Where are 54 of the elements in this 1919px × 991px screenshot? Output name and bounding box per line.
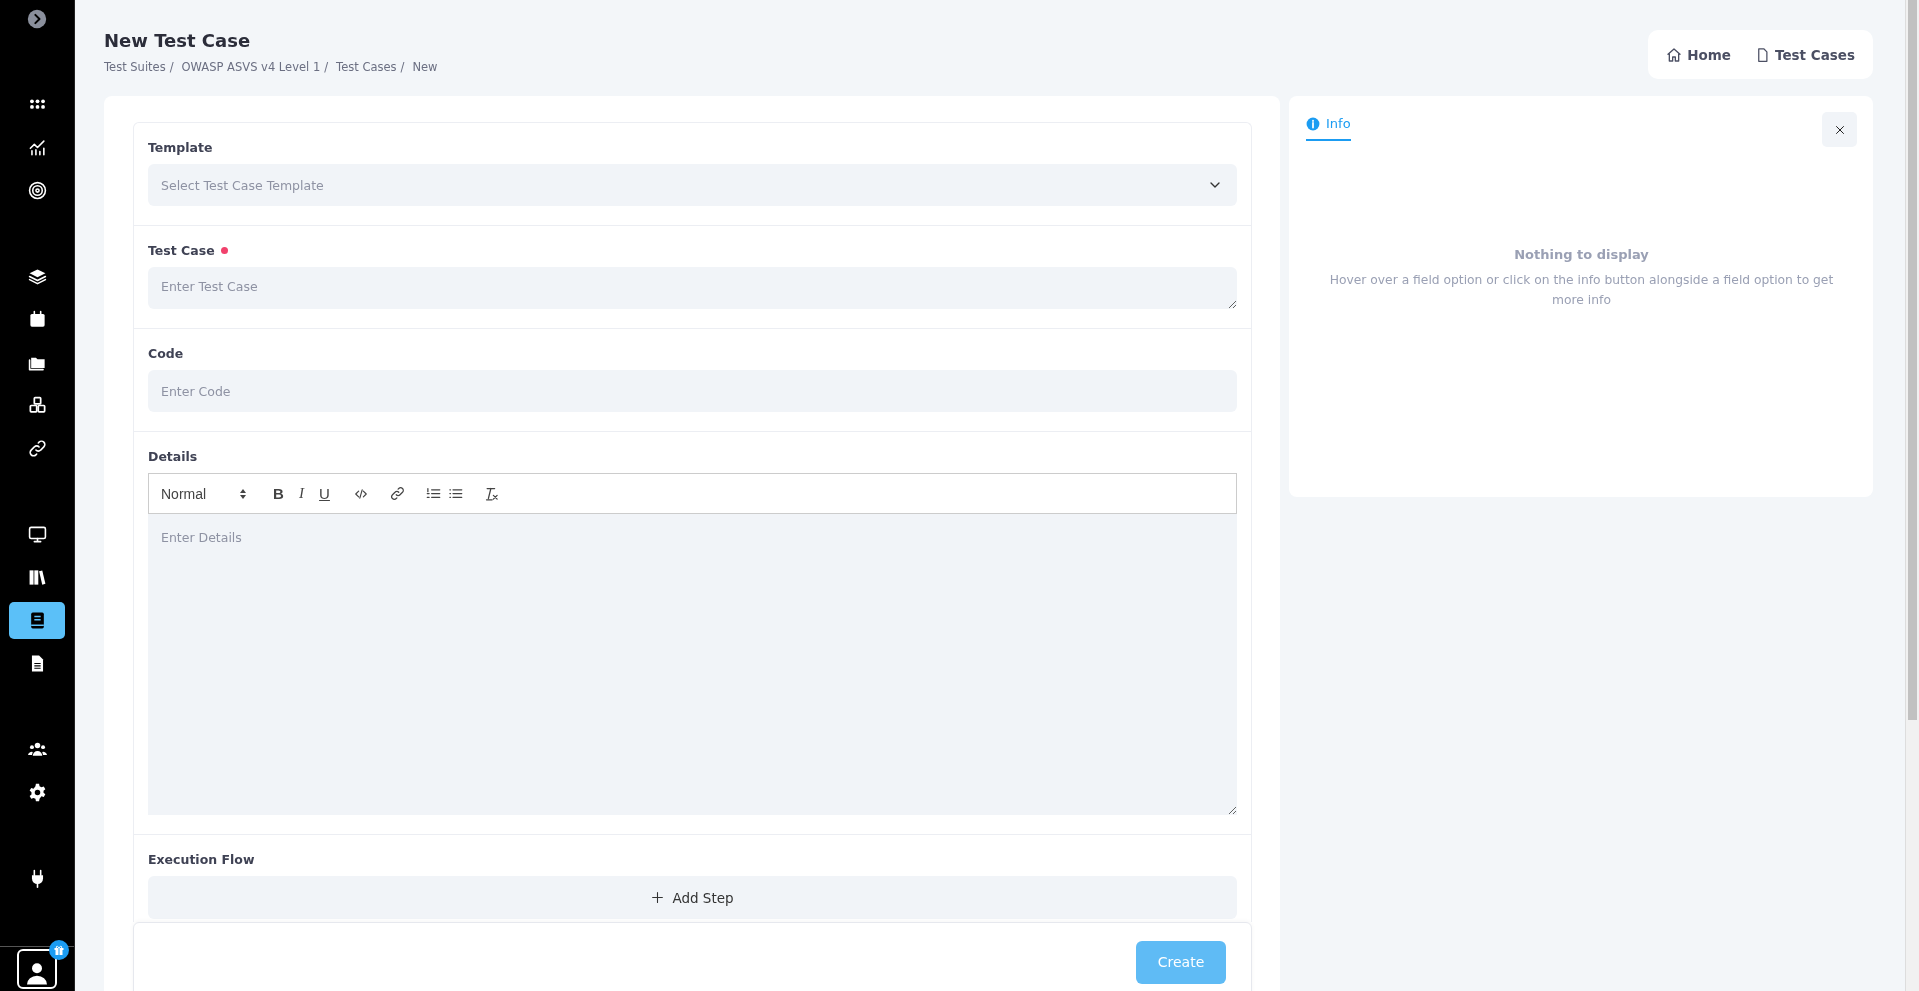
nav-link-label: Home — [1687, 46, 1731, 63]
test-case-input[interactable]: Enter Test Case — [148, 267, 1237, 309]
users-icon — [27, 740, 47, 759]
link-icon — [27, 439, 47, 458]
close-icon — [1833, 123, 1846, 136]
format-button[interactable]: U — [313, 485, 336, 502]
gear-icon — [27, 783, 47, 802]
field-label: Execution Flow — [148, 852, 255, 867]
breadcrumb-link[interactable]: Test Suites — [104, 60, 166, 74]
link-icon — [389, 486, 405, 501]
field-label: Details — [148, 449, 198, 464]
empty-state-title: Nothing to display — [1513, 247, 1650, 262]
page-title: New Test Case — [104, 30, 252, 51]
clear-format-icon — [483, 486, 499, 501]
gift-badge-icon — [49, 940, 69, 960]
chevron-right-icon — [27, 8, 47, 29]
monitor-icon — [27, 525, 47, 544]
breadcrumb-separator: / — [400, 60, 405, 74]
bullet-list-icon — [447, 486, 463, 501]
code-input[interactable]: Enter Code — [148, 370, 1237, 412]
scrollbar[interactable] — [1905, 0, 1919, 991]
cubes-icon — [27, 396, 47, 415]
heading-picker[interactable]: Normal — [161, 485, 247, 502]
sidebar-item[interactable] — [9, 602, 65, 639]
document-icon — [1755, 46, 1770, 63]
field-label: Template — [148, 140, 213, 155]
breadcrumb-link[interactable]: Test Cases — [336, 60, 397, 74]
home-icon — [1666, 46, 1683, 63]
code-icon — [354, 486, 368, 501]
nav-link[interactable]: Test Cases — [1755, 46, 1855, 63]
nav-link[interactable]: Home — [1666, 46, 1731, 63]
field-label: Test Case — [148, 243, 215, 258]
nav-link-label: Test Cases — [1775, 46, 1855, 63]
profile-avatar[interactable] — [17, 949, 57, 989]
breadcrumb-link[interactable]: OWASP ASVS v4 Level 1 — [181, 60, 321, 74]
breadcrumb-separator: / — [169, 60, 174, 74]
breadcrumb-separator: / — [324, 60, 329, 74]
field-label: Code — [148, 346, 184, 361]
details-editor[interactable]: Enter Details — [148, 514, 1237, 815]
format-button[interactable]: B — [267, 485, 290, 502]
required-dot-icon — [220, 247, 228, 254]
chart-icon — [27, 138, 47, 157]
books-icon — [27, 568, 47, 587]
numbered-list-icon — [425, 486, 441, 501]
info-icon — [1306, 116, 1320, 131]
up-down-caret-icon — [239, 487, 247, 500]
add-step-button[interactable]: Add Step — [148, 876, 1237, 919]
format-button[interactable]: I — [290, 485, 313, 502]
calendar-icon — [27, 310, 47, 329]
layers-icon — [27, 267, 47, 286]
plus-icon — [651, 891, 665, 904]
empty-state-message: Hover over a field option or click on the info button alongside a field option to get more info — [1328, 272, 1835, 309]
target-icon — [27, 181, 47, 200]
breadcrumb-link[interactable]: New — [412, 60, 438, 74]
